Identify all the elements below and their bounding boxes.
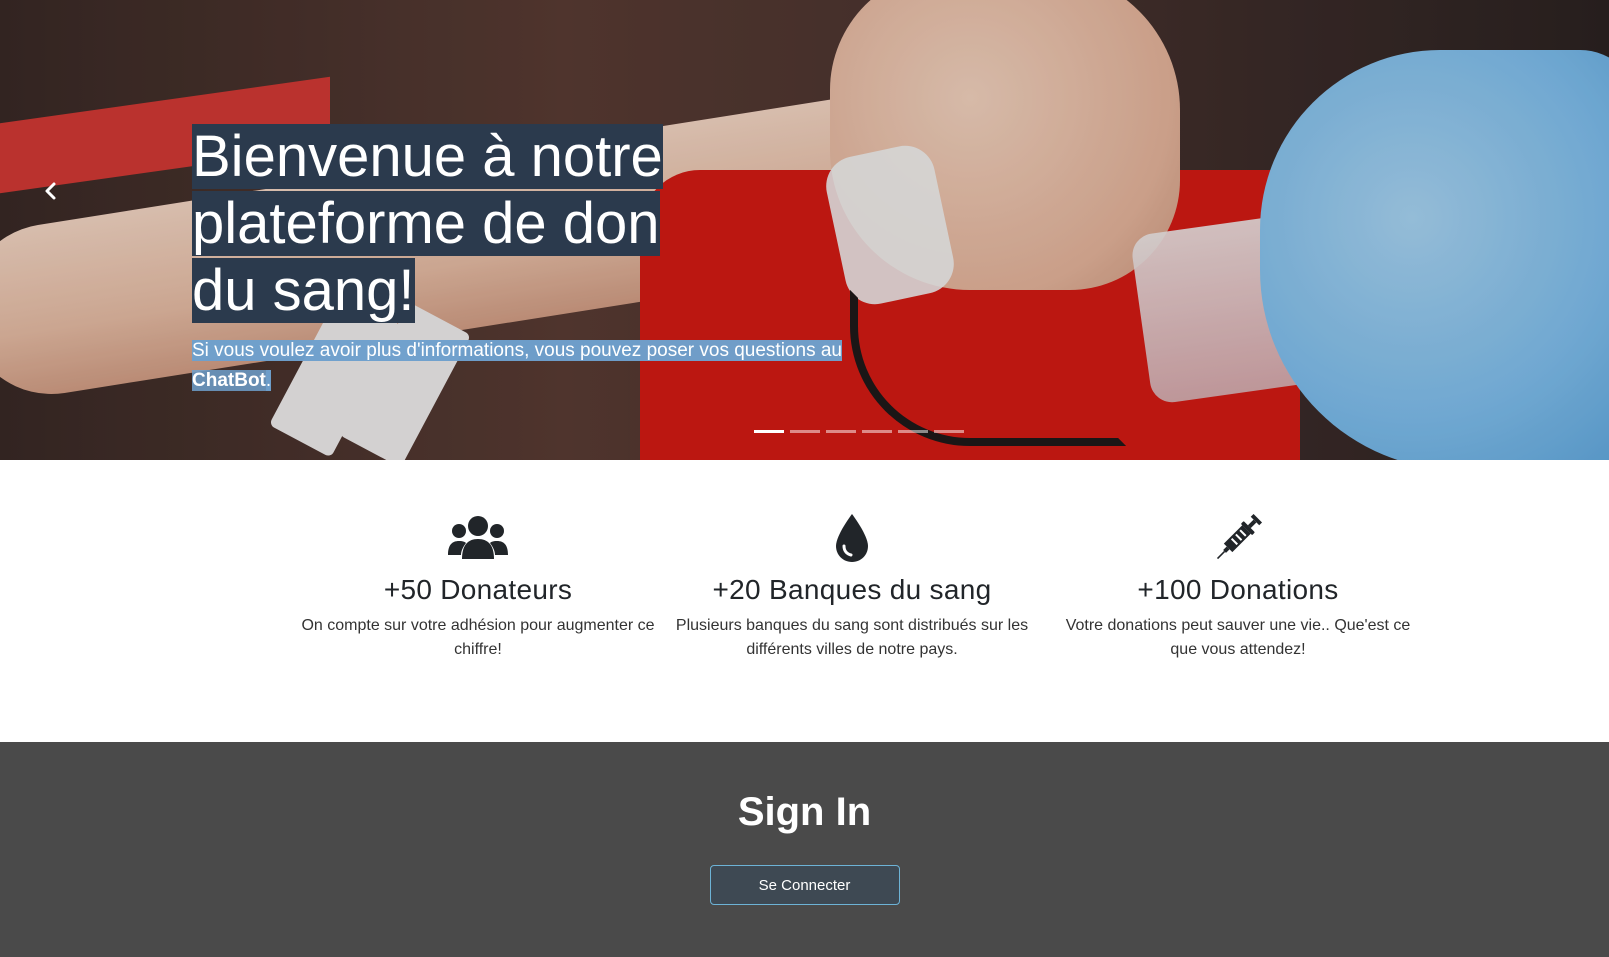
hero-title: Bienvenue à notre plateforme de don du s… bbox=[192, 124, 663, 323]
syringe-icon bbox=[1058, 508, 1418, 568]
stat-title: +50 Donateurs bbox=[383, 574, 573, 605]
carousel-indicator-6[interactable] bbox=[934, 430, 964, 433]
stat-text: On compte sur votre adhésion pour augmen… bbox=[301, 617, 655, 658]
users-icon bbox=[298, 508, 658, 568]
carousel-indicator-3[interactable] bbox=[826, 430, 856, 433]
connect-button[interactable]: Se Connecter bbox=[709, 865, 900, 905]
carousel-indicator-2[interactable] bbox=[790, 430, 820, 433]
carousel-indicator-1[interactable] bbox=[754, 430, 784, 433]
chevron-left-icon[interactable] bbox=[38, 178, 64, 204]
signin-section: Sign In Se Connecter bbox=[0, 742, 1609, 957]
carousel-caption: Bienvenue à notre plateforme de don du s… bbox=[192, 123, 852, 396]
chatbot-link[interactable]: ChatBot bbox=[192, 370, 266, 391]
stats-section: +50 Donateurs On compte sur votre adhési… bbox=[0, 460, 1609, 742]
stat-text: Votre donations peut sauver une vie.. Qu… bbox=[1065, 617, 1411, 658]
signin-title: Sign In bbox=[737, 790, 872, 834]
stat-donations: +100 Donations Votre donations peut sauv… bbox=[1058, 508, 1418, 662]
hero-carousel: Bienvenue à notre plateforme de don du s… bbox=[0, 0, 1609, 460]
stat-banks: +20 Banques du sang Plusieurs banques du… bbox=[672, 508, 1032, 662]
carousel-indicator-4[interactable] bbox=[862, 430, 892, 433]
carousel-indicator-5[interactable] bbox=[898, 430, 928, 433]
stat-title: +20 Banques du sang bbox=[712, 574, 992, 605]
hero-subtitle: Si vous voulez avoir plus d'informations… bbox=[192, 340, 842, 391]
carousel-indicators bbox=[754, 430, 964, 433]
stat-text: Plusieurs banques du sang sont distribué… bbox=[675, 617, 1029, 658]
blood-drop-icon bbox=[672, 508, 1032, 568]
hero-subtitle-text: Si vous voulez avoir plus d'informations… bbox=[192, 340, 842, 361]
stat-donors: +50 Donateurs On compte sur votre adhési… bbox=[298, 508, 658, 662]
stat-title: +100 Donations bbox=[1137, 574, 1339, 605]
